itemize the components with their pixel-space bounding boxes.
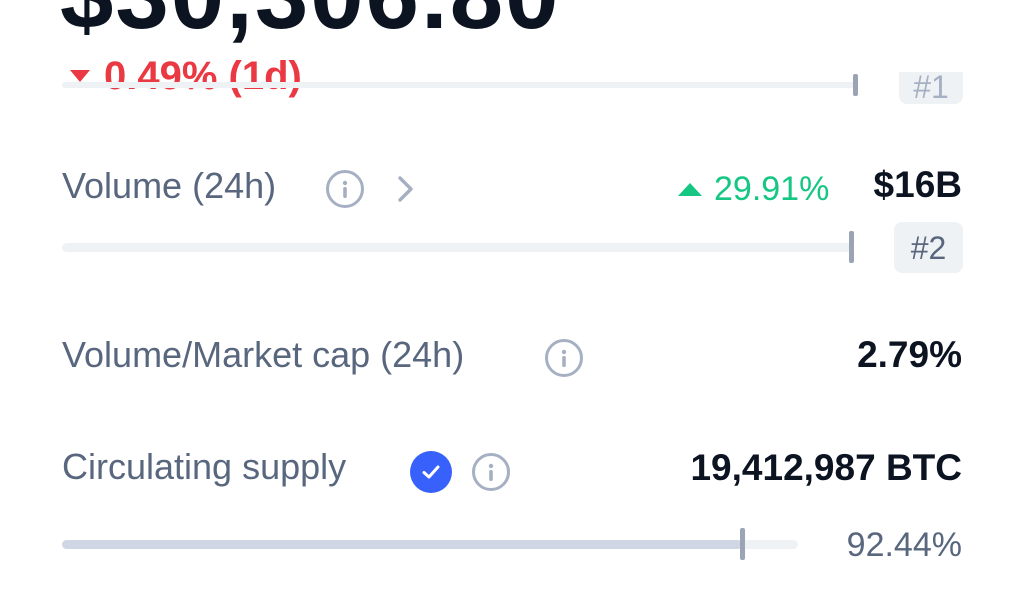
info-icon[interactable] (326, 170, 364, 208)
volume-change-text: 29.91% (714, 170, 830, 208)
volume-value: $16B (873, 164, 962, 205)
volume-range-track (62, 243, 852, 252)
price-value: $30,306.80 (60, 0, 560, 44)
market-cap-rank-badge: #1 (899, 69, 963, 105)
volume-rank-text: #2 (910, 229, 947, 266)
volume-rank-badge: #2 (894, 222, 963, 273)
circulating-supply-progress-fill (62, 540, 742, 549)
market-cap-marker (853, 74, 858, 96)
info-glyph (561, 349, 567, 367)
market-cap-range-track (62, 82, 857, 88)
caret-down-icon (70, 70, 90, 82)
caret-up-icon (678, 183, 702, 196)
chevron-right-icon[interactable] (393, 172, 419, 206)
circulating-supply-label: Circulating supply (62, 446, 347, 487)
circulating-supply-percent: 92.44% (846, 526, 962, 564)
price-change-text: 0.49% (1d) (104, 54, 302, 98)
circulating-supply-progress-track (62, 540, 798, 549)
checkmark-glyph (422, 465, 440, 479)
volume-label: Volume (24h) (62, 165, 277, 206)
info-icon[interactable] (472, 453, 510, 491)
volume-market-cap-label: Volume/Market cap (24h) (62, 334, 465, 375)
market-cap-rank-text: #1 (913, 69, 949, 105)
info-glyph (342, 180, 348, 198)
info-glyph (488, 463, 494, 481)
info-icon[interactable] (545, 339, 583, 377)
volume-change: 29.91% (678, 170, 829, 209)
circulating-supply-marker (740, 528, 745, 560)
verified-badge-icon[interactable] (410, 451, 452, 493)
circulating-supply-value: 19,412,987 BTC (690, 447, 962, 488)
volume-market-cap-value: 2.79% (857, 334, 962, 375)
price-change: 0.49% (1d) (70, 56, 302, 96)
volume-marker (849, 231, 854, 263)
